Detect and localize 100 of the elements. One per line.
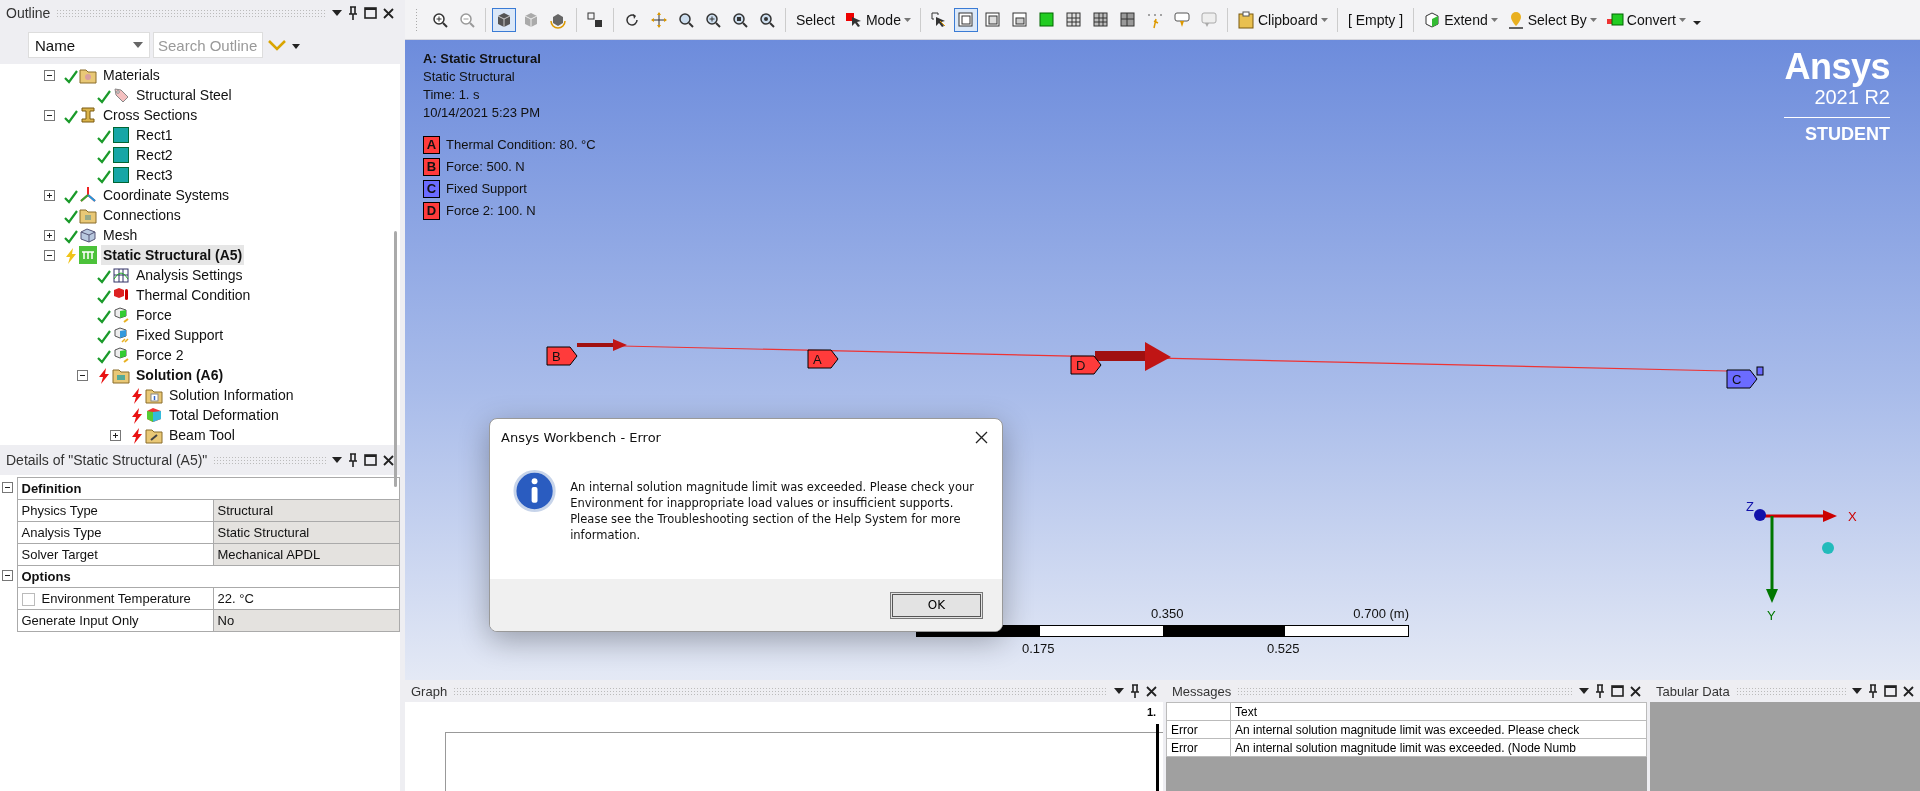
- caret-down-icon: [1589, 17, 1597, 22]
- check-icon: [64, 230, 78, 244]
- collapse-icon[interactable]: [76, 369, 88, 381]
- folder-icon: [79, 66, 97, 84]
- pin-icon[interactable]: [348, 6, 358, 20]
- tree-item[interactable]: Analysis Settings: [134, 265, 245, 285]
- check-icon: [97, 330, 111, 344]
- toolbar-button[interactable]: Select: [792, 11, 839, 28]
- scale-label: 0.175: [1022, 641, 1055, 656]
- collapse-icon[interactable]: [43, 69, 55, 81]
- tree-item[interactable]: Mesh: [101, 225, 140, 245]
- caret-down-icon[interactable]: [1852, 688, 1862, 694]
- tree-item[interactable]: Connections: [101, 205, 183, 225]
- tree-item[interactable]: Static Structural (A5): [101, 245, 245, 265]
- caret-down-icon: [1678, 17, 1686, 22]
- ok-button[interactable]: OK: [890, 591, 983, 619]
- tree-item[interactable]: Rect1: [134, 125, 175, 145]
- pin-icon[interactable]: [348, 453, 358, 467]
- close-icon[interactable]: [1630, 685, 1641, 697]
- tree-item[interactable]: Force: [134, 305, 174, 325]
- expand-icon[interactable]: [43, 229, 55, 241]
- tree-item[interactable]: Materials: [101, 65, 162, 85]
- expand-icon[interactable]: [109, 429, 121, 441]
- cube-icon: [1423, 10, 1442, 29]
- pin-icon[interactable]: [1595, 684, 1605, 698]
- section-title: Definition: [17, 477, 400, 500]
- collapse-icon[interactable]: [43, 249, 55, 261]
- search-field[interactable]: Search Outline: [153, 32, 263, 58]
- tree-item[interactable]: Total Deformation: [167, 405, 281, 425]
- check-icon: [64, 210, 78, 224]
- caret-down-icon[interactable]: [1579, 688, 1589, 694]
- caret-down-icon[interactable]: [332, 457, 342, 463]
- tree-item[interactable]: Solution Information: [167, 385, 296, 405]
- tree-item[interactable]: Rect3: [134, 165, 175, 185]
- grid-icon: [1091, 10, 1110, 29]
- close-icon[interactable]: [1903, 685, 1914, 697]
- frame-icon: [1010, 10, 1029, 29]
- check-icon: [64, 70, 78, 84]
- frame-button[interactable]: [953, 7, 978, 32]
- square-icon: [112, 126, 130, 144]
- tree-item[interactable]: Fixed Support: [134, 325, 226, 345]
- column-dropdown[interactable]: Name: [28, 32, 150, 58]
- caret-down-icon[interactable]: [332, 10, 342, 16]
- caret-down-icon: [133, 42, 143, 48]
- toolbar-menu-button[interactable]: Mode: [841, 7, 914, 32]
- maximize-icon[interactable]: [364, 7, 377, 19]
- check-icon: [97, 130, 111, 144]
- tree-item[interactable]: Structural Steel: [134, 85, 234, 105]
- tree-item[interactable]: Force 2: [134, 345, 186, 365]
- dialog-title: Ansys Workbench - Error: [501, 429, 661, 445]
- toolbar-menu-button[interactable]: Extend: [1420, 7, 1501, 32]
- check-icon: [97, 350, 111, 364]
- cube-button[interactable]: [492, 7, 516, 32]
- mesh-icon: [79, 226, 97, 244]
- maximize-icon[interactable]: [1884, 685, 1897, 697]
- panel-title: Messages: [1172, 683, 1232, 699]
- lightning-icon: [131, 428, 143, 444]
- message-level: Error: [1166, 720, 1231, 739]
- legend-label: Thermal Condition: 80. °C: [446, 136, 596, 154]
- caret-down-icon[interactable]: [1114, 688, 1124, 694]
- collapse-icon[interactable]: [2, 570, 13, 581]
- checkbox[interactable]: [21, 592, 35, 606]
- pin-icon[interactable]: [1868, 684, 1878, 698]
- info-icon: [513, 469, 557, 513]
- environment-icon: [79, 246, 97, 264]
- property-value[interactable]: 22. °C: [213, 587, 400, 610]
- expand-icon[interactable]: [43, 189, 55, 201]
- toolbar-menu-button[interactable]: Select By: [1503, 7, 1600, 32]
- cube-icon: [522, 10, 540, 29]
- analysis-info: 10/14/2021 5:23 PM: [423, 104, 541, 122]
- check-icon: [97, 170, 111, 184]
- panel-title: Tabular Data: [1656, 683, 1730, 699]
- close-icon[interactable]: [383, 7, 394, 19]
- close-icon[interactable]: [975, 430, 988, 444]
- pin-icon[interactable]: [1130, 684, 1140, 698]
- check-icon: [97, 270, 111, 284]
- tree-item[interactable]: Rect2: [134, 145, 175, 165]
- collapse-icon[interactable]: [2, 482, 13, 493]
- tree-item[interactable]: Cross Sections: [101, 105, 200, 125]
- close-icon[interactable]: [1146, 685, 1157, 697]
- message-text: An internal solution magnitude limit was exceeded. (Node Numb: [1230, 738, 1647, 757]
- toolbar-button[interactable]: [ Empty ]: [1343, 11, 1408, 28]
- folder-icon: [79, 206, 97, 224]
- toolbar-menu-button[interactable]: Clipboard: [1233, 7, 1331, 32]
- block-icon: [1037, 10, 1056, 29]
- tree-item[interactable]: Coordinate Systems: [101, 185, 232, 205]
- tree-item[interactable]: Beam Tool: [167, 425, 237, 445]
- property-value: Static Structural: [213, 521, 400, 544]
- collapse-icon[interactable]: [43, 109, 55, 121]
- maximize-icon[interactable]: [1611, 685, 1624, 697]
- tree-item[interactable]: Solution (A6): [134, 365, 226, 385]
- legend-tag: D: [423, 202, 440, 220]
- maximize-icon[interactable]: [364, 454, 377, 466]
- error-message: An internal solution magnitude limit was exceeded. Please check your Environment for inappropriate load values or insufficient supports. Please see the Troubleshooting section of the Help System for more information.: [570, 479, 975, 544]
- tree-item[interactable]: Thermal Condition: [134, 285, 253, 305]
- caret-down-icon: [1320, 17, 1328, 22]
- close-icon[interactable]: [383, 454, 394, 466]
- message-text: An internal solution magnitude limit was exceeded. Please check: [1230, 720, 1647, 739]
- property-name: Analysis Type: [21, 525, 102, 541]
- toolbar-menu-button[interactable]: Convert: [1602, 7, 1689, 32]
